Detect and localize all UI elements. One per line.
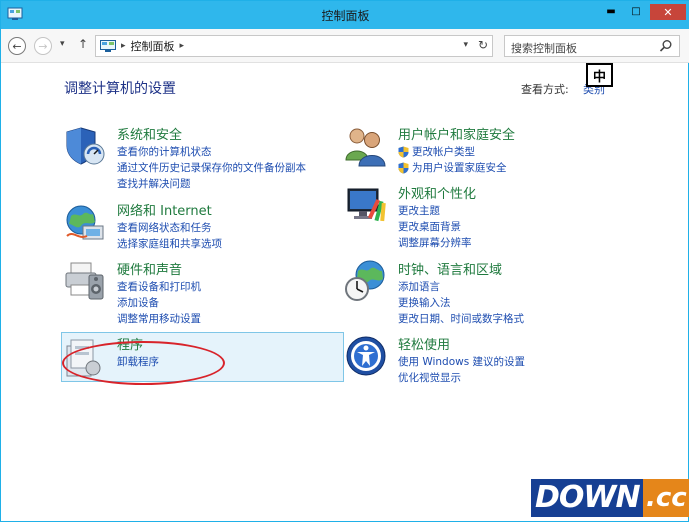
- recent-locations-button[interactable]: ▾: [60, 39, 65, 49]
- users-icon: [345, 128, 386, 167]
- window-title: 控制面板: [321, 9, 370, 23]
- search-input[interactable]: 搜索控制面板: [504, 35, 680, 57]
- category-title[interactable]: 系统和安全: [117, 124, 182, 143]
- category-title[interactable]: 外观和个性化: [398, 183, 476, 202]
- category-title[interactable]: 时钟、语言和区域: [398, 259, 502, 278]
- category-title[interactable]: 用户帐户和家庭安全: [398, 124, 515, 143]
- breadcrumb-control-panel[interactable]: 控制面板: [131, 38, 175, 54]
- display-paint-icon: [347, 188, 386, 222]
- search-placeholder: 搜索控制面板: [511, 42, 577, 55]
- watermark-logo: DOWN .cc: [531, 479, 689, 517]
- view-by-label: 查看方式:: [521, 83, 569, 96]
- address-bar[interactable]: ▸ 控制面板 ▸ ▾ ↻: [95, 35, 493, 57]
- window-controls: ▬ □ ✕: [600, 4, 686, 20]
- category-title[interactable]: 硬件和声音: [117, 259, 182, 278]
- uac-shield-icon: [398, 146, 409, 158]
- control-panel-icon: [100, 40, 116, 52]
- minimize-button[interactable]: ▬: [600, 4, 622, 18]
- clock-globe-icon: [345, 260, 385, 301]
- link-file-history-backup[interactable]: 通过文件历史记录保存你的文件备份副本: [117, 160, 306, 176]
- link-family-safety[interactable]: 为用户设置家庭安全: [398, 160, 507, 176]
- maximize-button[interactable]: □: [625, 4, 647, 18]
- network-globe-icon: [66, 205, 104, 240]
- link-screen-resolution[interactable]: 调整屏幕分辨率: [398, 235, 472, 251]
- link-troubleshoot[interactable]: 查找并解决问题: [117, 176, 306, 192]
- link-add-device[interactable]: 添加设备: [117, 295, 201, 311]
- link-desktop-background[interactable]: 更改桌面背景: [398, 219, 472, 235]
- link-optimize-visual-display[interactable]: 优化视觉显示: [398, 370, 525, 386]
- link-mobility-settings[interactable]: 调整常用移动设置: [117, 311, 201, 327]
- page-title: 调整计算机的设置: [64, 81, 176, 97]
- close-button[interactable]: ✕: [650, 4, 686, 20]
- watermark-brand: DOWN: [531, 479, 644, 517]
- link-label[interactable]: 为用户设置家庭安全: [412, 160, 507, 176]
- address-dropdown-button[interactable]: ▾: [463, 40, 468, 50]
- link-add-language[interactable]: 添加语言: [398, 279, 524, 295]
- annotation-circle: [62, 341, 225, 385]
- shield-icon: [66, 127, 105, 165]
- link-view-computer-status[interactable]: 查看你的计算机状态: [117, 144, 306, 160]
- link-change-input-method[interactable]: 更换输入法: [398, 295, 524, 311]
- uac-shield-icon: [398, 162, 409, 174]
- control-panel-window: 控制面板 ▬ □ ✕ ← → ▾ ↑ ▸ 控制面板 ▸ ▾ ↻ 搜索控制面板 调…: [0, 0, 689, 522]
- watermark-suffix: .cc: [643, 479, 689, 517]
- refresh-button[interactable]: ↻: [478, 38, 488, 52]
- navigation-bar: ← → ▾ ↑ ▸ 控制面板 ▸ ▾ ↻ 搜索控制面板: [1, 29, 689, 63]
- link-label[interactable]: 更改帐户类型: [412, 144, 475, 160]
- category-title[interactable]: 网络和 Internet: [117, 200, 212, 219]
- search-icon[interactable]: [659, 39, 673, 53]
- title-bar[interactable]: 控制面板 ▬ □ ✕: [1, 1, 689, 29]
- link-devices-printers[interactable]: 查看设备和打印机: [117, 279, 201, 295]
- link-change-theme[interactable]: 更改主题: [398, 203, 472, 219]
- breadcrumb-separator-end[interactable]: ▸: [180, 41, 185, 51]
- forward-button[interactable]: →: [34, 37, 52, 55]
- up-button[interactable]: ↑: [78, 37, 88, 51]
- link-date-time-format[interactable]: 更改日期、时间或数字格式: [398, 311, 524, 327]
- link-windows-recommended-settings[interactable]: 使用 Windows 建议的设置: [398, 354, 525, 370]
- category-title[interactable]: 轻松使用: [398, 334, 450, 353]
- back-button[interactable]: ←: [8, 37, 26, 55]
- printer-icon: [65, 262, 104, 300]
- breadcrumb-separator[interactable]: ▸: [121, 41, 126, 51]
- link-network-status[interactable]: 查看网络状态和任务: [117, 220, 222, 236]
- ease-of-access-icon: [346, 336, 386, 376]
- ime-indicator[interactable]: 中: [586, 63, 613, 87]
- link-homegroup-sharing[interactable]: 选择家庭组和共享选项: [117, 236, 222, 252]
- link-change-account-type[interactable]: 更改帐户类型: [398, 144, 507, 160]
